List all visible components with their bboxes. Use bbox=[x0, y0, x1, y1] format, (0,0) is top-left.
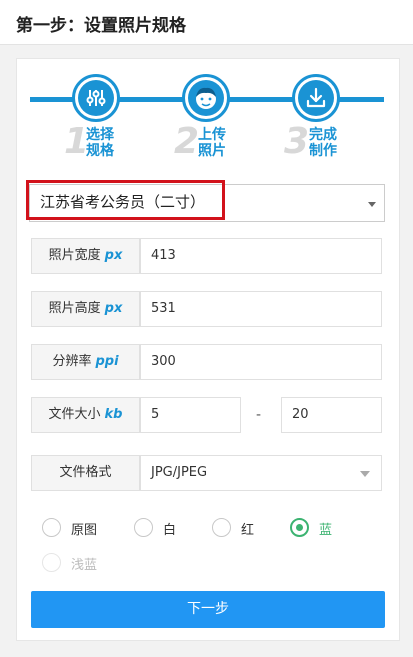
resolution-input[interactable]: 300 bbox=[140, 344, 382, 380]
filesize-min-input[interactable]: 5 bbox=[140, 397, 241, 433]
download-icon bbox=[306, 87, 326, 108]
height-input[interactable]: 531 bbox=[140, 291, 382, 327]
filesize-max-input[interactable]: 20 bbox=[281, 397, 382, 433]
radio-red[interactable] bbox=[212, 518, 231, 537]
step-1-label: 选择 规格 bbox=[86, 127, 114, 159]
next-step-button[interactable]: 下一步 bbox=[31, 591, 385, 628]
step-1-circle bbox=[72, 74, 120, 122]
radio-white[interactable] bbox=[134, 518, 153, 537]
radio-white-label: 白 bbox=[163, 523, 177, 538]
radio-light-blue-label: 浅蓝 bbox=[71, 558, 98, 573]
radio-light-blue[interactable] bbox=[42, 553, 61, 572]
step-3-circle bbox=[292, 74, 340, 122]
page-title: 第一步：设置照片规格 bbox=[16, 16, 186, 36]
step-2-label: 上传 照片 bbox=[198, 127, 226, 159]
radio-blue-label: 蓝 bbox=[319, 523, 333, 538]
format-label: 文件格式 bbox=[31, 455, 140, 491]
format-select[interactable]: JPG/JPEG bbox=[140, 455, 382, 491]
sliders-icon bbox=[86, 90, 106, 106]
spec-highlight-box: 江苏省考公务员（二寸） bbox=[26, 180, 225, 220]
filesize-label: 文件大小 kb bbox=[31, 397, 140, 433]
height-label: 照片高度 px bbox=[31, 291, 140, 327]
radio-blue[interactable] bbox=[290, 518, 309, 537]
width-input[interactable]: 413 bbox=[140, 238, 382, 274]
radio-original[interactable] bbox=[42, 518, 61, 537]
radio-original-label: 原图 bbox=[71, 523, 98, 538]
page-header: 第一步：设置照片规格 bbox=[0, 0, 413, 45]
step-2-circle bbox=[182, 74, 230, 122]
width-label: 照片宽度 px bbox=[31, 238, 140, 274]
filesize-separator: - bbox=[256, 407, 262, 423]
step-2-number: 2 bbox=[174, 121, 200, 162]
step-3-label: 完成 制作 bbox=[309, 127, 337, 159]
radio-red-label: 红 bbox=[241, 523, 255, 538]
chevron-down-icon bbox=[360, 471, 370, 477]
spec-selected-value: 江苏省考公务员（二寸） bbox=[40, 193, 206, 211]
step-3-number: 3 bbox=[284, 121, 310, 162]
face-icon bbox=[196, 87, 216, 109]
chevron-down-icon bbox=[368, 202, 376, 207]
resolution-label: 分辨率 ppi bbox=[31, 344, 140, 380]
